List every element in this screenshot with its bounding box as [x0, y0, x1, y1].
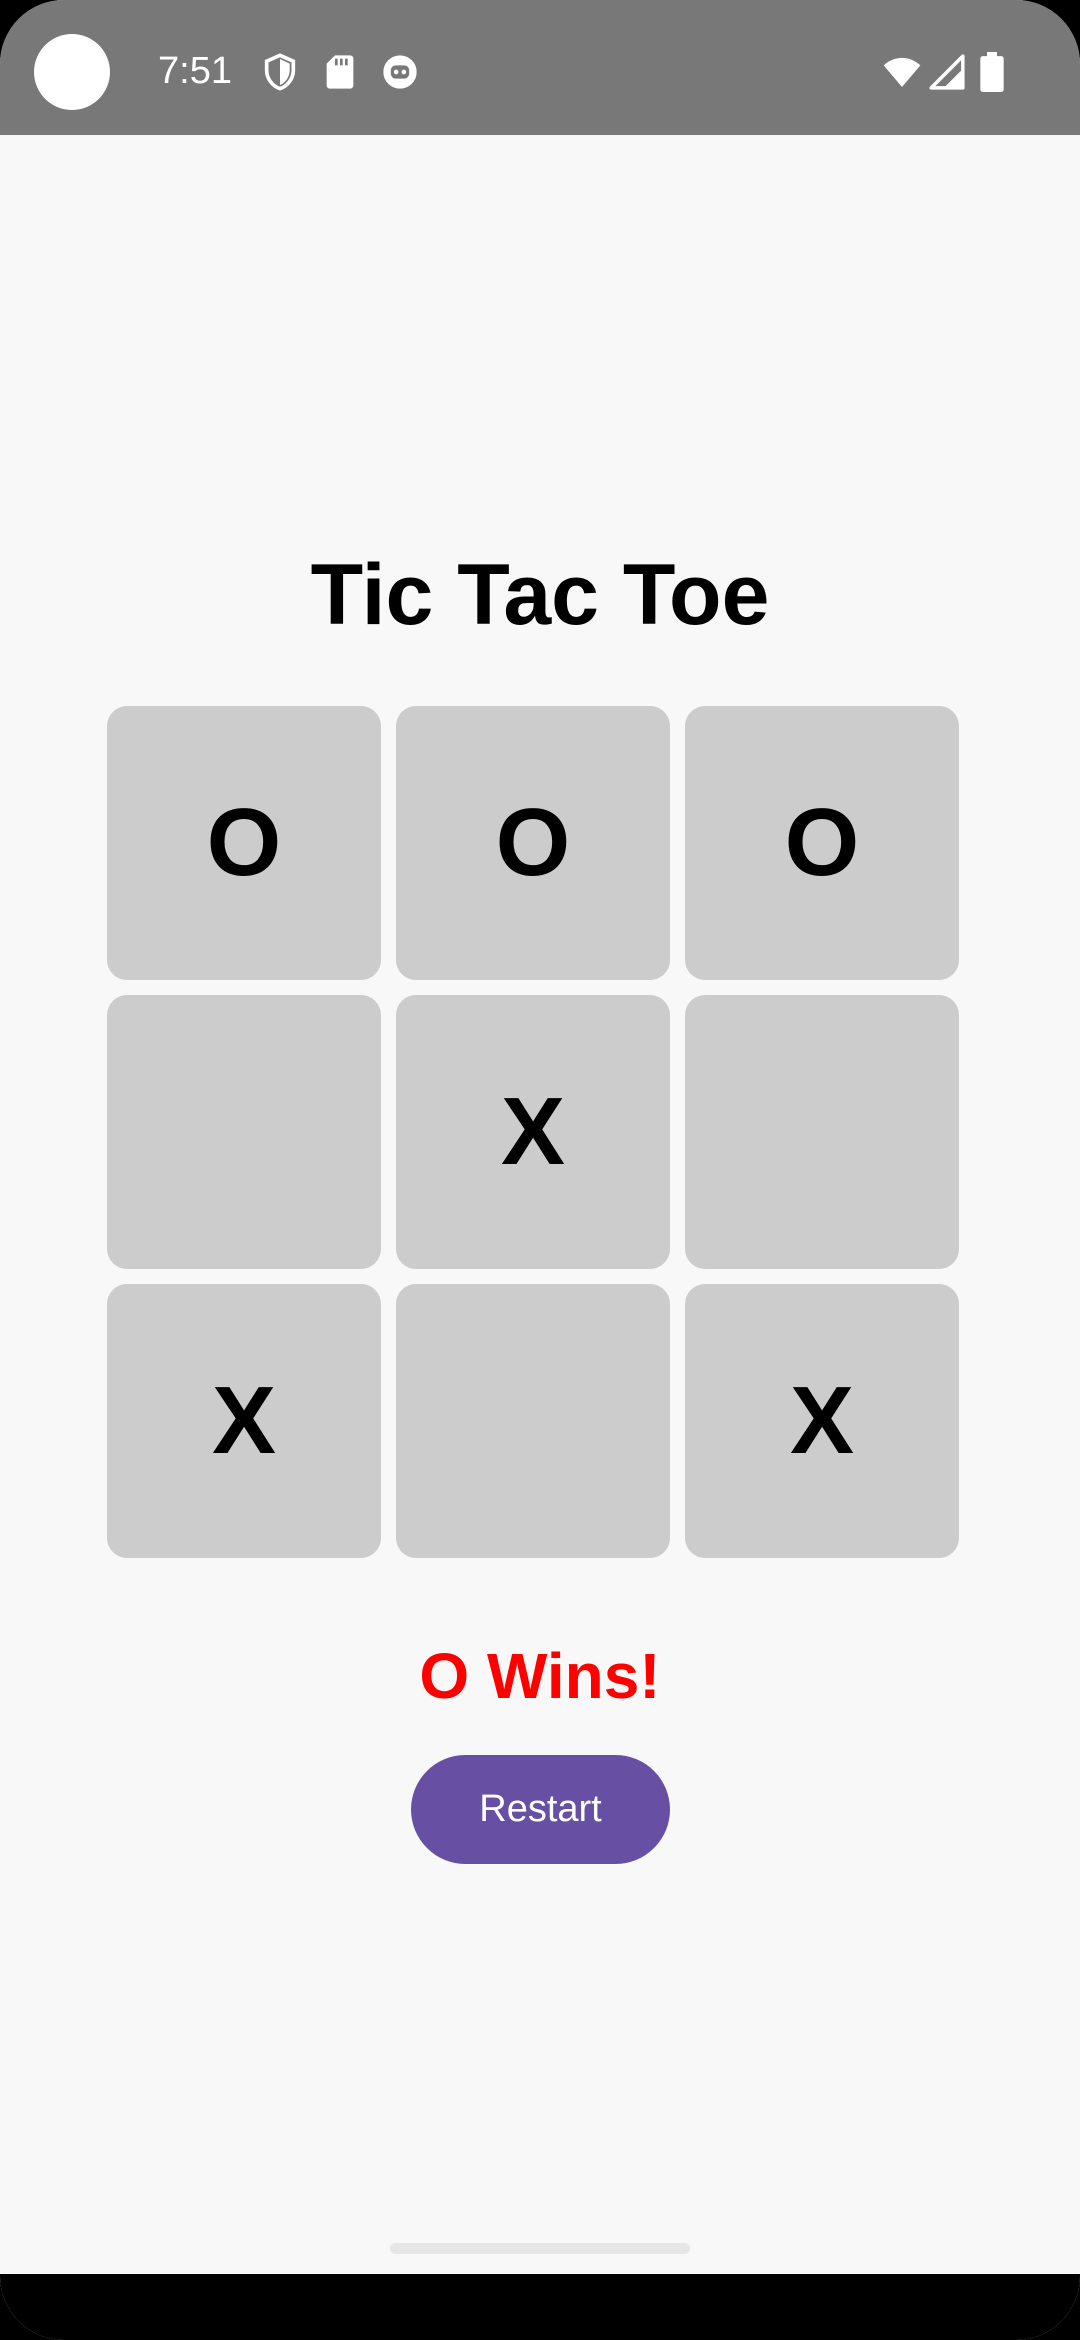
board-cell[interactable]	[685, 995, 959, 1269]
battery-icon	[980, 52, 1004, 92]
board-cell[interactable]: O	[685, 706, 959, 980]
wifi-icon	[880, 52, 924, 92]
result-text: O Wins!	[419, 1640, 661, 1712]
screen: 7:51 Tic Tac Toe O O O X X X O Wins! Res…	[0, 0, 1080, 2340]
status-time: 7:51	[158, 50, 232, 92]
board-cell[interactable]: X	[396, 995, 670, 1269]
board-cell[interactable]: X	[107, 1284, 381, 1558]
restart-button[interactable]: Restart	[411, 1755, 670, 1864]
home-handle[interactable]	[390, 2243, 690, 2254]
camera-cutout	[34, 34, 110, 110]
shield-icon	[260, 52, 300, 92]
page-title: Tic Tac Toe	[310, 547, 770, 643]
board-cell[interactable]: X	[685, 1284, 959, 1558]
board-cell[interactable]	[107, 995, 381, 1269]
board-cell[interactable]	[396, 1284, 670, 1558]
board-cell[interactable]: O	[107, 706, 381, 980]
sd-card-icon	[320, 52, 360, 92]
game-board: O O O X X X	[107, 706, 961, 1558]
signal-icon	[928, 52, 966, 92]
board-cell[interactable]: O	[396, 706, 670, 980]
navigation-bar	[0, 2274, 1080, 2340]
robot-icon	[380, 52, 420, 92]
status-bar: 7:51	[0, 0, 1080, 135]
